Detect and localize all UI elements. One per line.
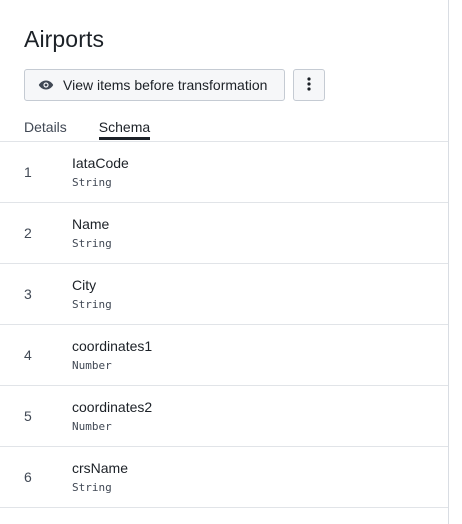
tab-details[interactable]: Details [24, 118, 67, 140]
field-type: String [72, 481, 112, 494]
toolbar: View items before transformation [24, 69, 325, 101]
view-button-label: View items before transformation [63, 77, 268, 93]
field-name: coordinates2 [72, 399, 153, 415]
more-options-button[interactable] [293, 69, 325, 101]
row-index: 6 [24, 469, 32, 485]
eye-icon [38, 77, 54, 93]
row-index: 2 [24, 225, 32, 241]
field-name: coordinates1 [72, 338, 153, 354]
field-type: String [72, 298, 112, 311]
field-type: String [72, 237, 112, 250]
field-type: Number [72, 420, 112, 433]
row-index: 3 [24, 286, 32, 302]
field-name: City [72, 277, 97, 293]
field-type: Number [72, 359, 112, 372]
field-name: IataCode [72, 155, 129, 171]
schema-row[interactable]: 1 IataCode String [0, 142, 448, 203]
row-index: 5 [24, 408, 32, 424]
schema-row[interactable]: 4 coordinates1 Number [0, 325, 448, 386]
row-index: 1 [24, 164, 32, 180]
tab-schema[interactable]: Schema [98, 118, 151, 140]
schema-row[interactable]: 5 coordinates2 Number [0, 386, 448, 447]
schema-row[interactable]: 6 crsName String [0, 447, 448, 508]
dataset-panel: Airports View items before transformatio… [0, 0, 449, 524]
tab-list: Details Schema [24, 118, 151, 140]
schema-list: 1 IataCode String 2 Name String 3 City S… [0, 142, 448, 508]
more-vertical-icon [307, 76, 311, 94]
field-name: Name [72, 216, 110, 232]
page-title: Airports [24, 26, 105, 52]
row-index: 4 [24, 347, 32, 363]
view-items-before-transformation-button[interactable]: View items before transformation [24, 69, 285, 101]
field-type: String [72, 176, 112, 189]
schema-row[interactable]: 2 Name String [0, 203, 448, 264]
field-name: crsName [72, 460, 129, 476]
schema-row[interactable]: 3 City String [0, 264, 448, 325]
